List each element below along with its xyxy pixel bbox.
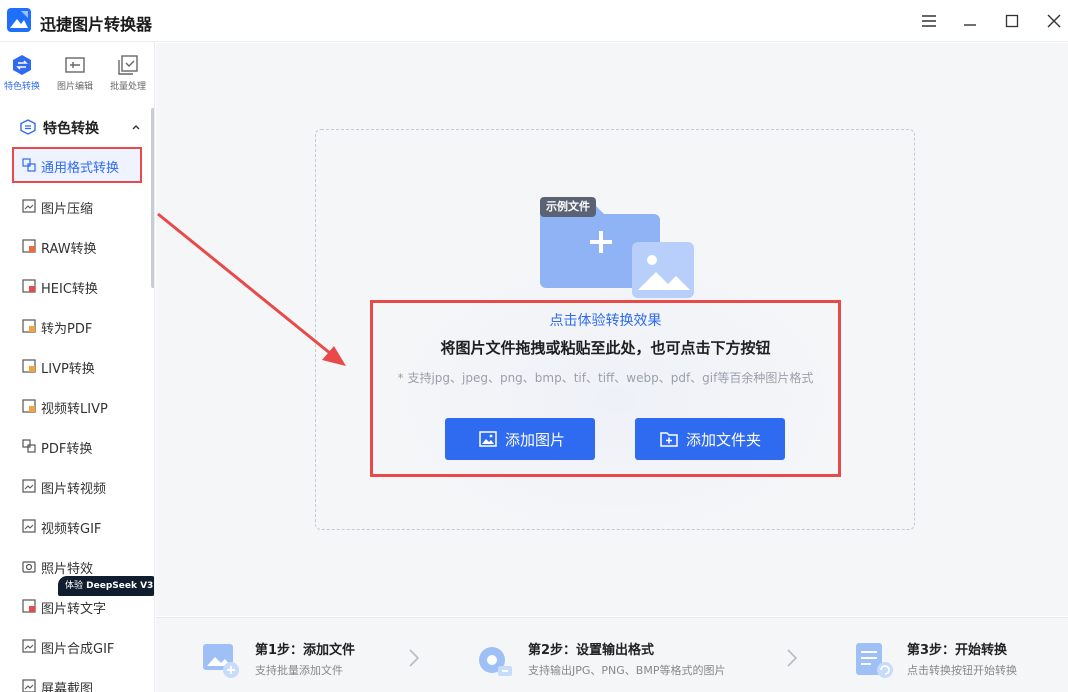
steps-bar: 第1步：添加文件 支持批量添加文件 第2步：设置输出格式 支持输出JPG、PNG… <box>156 617 1068 692</box>
section-special-convert[interactable]: 特色转换 <box>0 112 150 142</box>
swap-icon <box>11 54 33 76</box>
step-1: 第1步：添加文件 支持批量添加文件 <box>201 618 421 692</box>
gif-merge-icon <box>22 639 36 653</box>
minimize-icon[interactable] <box>958 9 982 33</box>
tab-batch-process[interactable]: 批量处理 <box>103 54 153 92</box>
sidebar-item-livp[interactable]: LIVP转换 <box>12 348 142 384</box>
folder-add-icon <box>660 430 678 448</box>
add-file-icon <box>201 640 241 680</box>
supported-formats-hint: * 支持jpg、jpeg、png、bmp、tif、tiff、webp、pdf、g… <box>397 371 814 385</box>
app-title: 迅捷图片转换器 <box>40 15 153 34</box>
settings-gear-icon <box>474 640 514 680</box>
screenshot-icon <box>22 679 36 692</box>
sidebar-item-screenshot[interactable]: 屏幕截图 <box>12 668 142 692</box>
camera-icon <box>22 559 36 573</box>
tab-special-convert[interactable]: 特色转换 <box>0 54 47 92</box>
sidebar-item-compress[interactable]: 图片压缩 <box>12 188 142 224</box>
step-2: 第2步：设置输出格式 支持输出JPG、PNG、BMP等格式的图片 <box>474 618 774 692</box>
close-icon[interactable] <box>1042 9 1066 33</box>
pdf-convert-icon <box>22 439 36 453</box>
sidebar-item-to-pdf[interactable]: 转为PDF <box>12 308 142 344</box>
compress-icon <box>22 199 36 213</box>
image-icon <box>479 430 497 448</box>
hamburger-icon[interactable] <box>917 9 941 33</box>
app-logo-icon <box>7 8 31 32</box>
swap-icon <box>20 119 36 135</box>
sidebar-item-heic[interactable]: HEIC转换 <box>12 268 142 304</box>
maximize-icon[interactable] <box>1000 9 1024 33</box>
drop-instructions: 将图片文件拖拽或粘贴至此处，也可点击下方按钮 <box>440 339 771 357</box>
sidebar-top-tabs: 特色转换 图片编辑 批量处理 <box>0 42 154 98</box>
ocr-icon <box>22 599 36 613</box>
sidebar-item-raw[interactable]: RAW转换 <box>12 228 142 264</box>
livp-icon <box>22 359 36 373</box>
raw-icon <box>22 239 36 253</box>
sidebar: 特色转换 图片编辑 批量处理 特色转换 通用格式转换 图片压缩 RAW转换 HE… <box>0 42 155 692</box>
step-3: 第3步：开始转换 点击转换按钮开始转换 <box>854 618 1064 692</box>
sidebar-item-image-gif[interactable]: 图片合成GIF <box>12 628 142 664</box>
chevron-up-icon <box>131 121 141 131</box>
heic-icon <box>22 279 36 293</box>
sample-file-badge: 示例文件 <box>540 197 596 217</box>
try-conversion-link[interactable]: 点击体验转换效果 <box>370 310 841 330</box>
start-convert-icon <box>854 640 894 680</box>
video-icon <box>22 399 36 413</box>
sidebar-item-pdf-convert[interactable]: PDF转换 <box>12 428 142 464</box>
convert-icon <box>22 158 36 172</box>
sidebar-item-image-to-video[interactable]: 图片转视频 <box>12 468 142 504</box>
chevron-right-icon <box>408 648 420 668</box>
image-video-icon <box>22 479 36 493</box>
sidebar-scrollbar[interactable] <box>151 108 154 288</box>
chevron-right-icon <box>786 648 798 668</box>
add-folder-button[interactable]: 添加文件夹 <box>635 418 785 460</box>
title-bar: 迅捷图片转换器 <box>0 0 1068 42</box>
sidebar-item-video-to-gif[interactable]: 视频转GIF <box>12 508 142 544</box>
deepseek-badge[interactable]: 体验 DeepSeek V3 <box>58 576 154 596</box>
tab-image-edit[interactable]: 图片编辑 <box>50 54 100 92</box>
pdf-icon <box>22 319 36 333</box>
image-edit-icon <box>64 54 86 76</box>
batch-icon <box>117 54 139 76</box>
sidebar-item-video-to-livp[interactable]: 视频转LIVP <box>12 388 142 424</box>
sidebar-item-general-convert[interactable]: 通用格式转换 <box>12 147 142 183</box>
add-image-button[interactable]: 添加图片 <box>445 418 595 460</box>
gif-icon <box>22 519 36 533</box>
